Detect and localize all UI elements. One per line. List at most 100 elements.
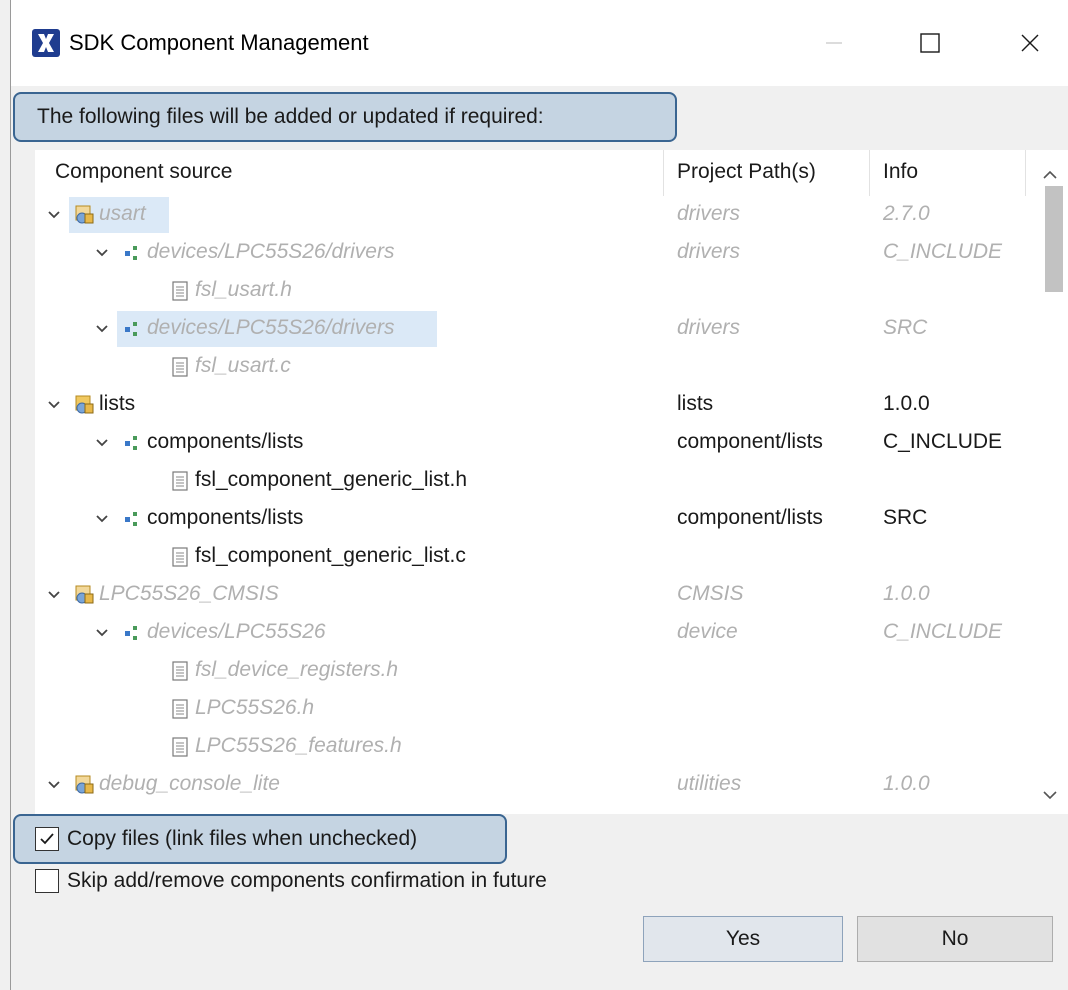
- tree-row[interactable]: devices/LPC55S26/drivers drivers C_INCLUDE: [35, 234, 1025, 272]
- file-icon: [172, 699, 188, 719]
- maximize-icon: [920, 33, 940, 53]
- row-source-name: fsl_usart.c: [195, 354, 291, 377]
- row-project-path: component/lists: [677, 506, 823, 529]
- chevron-down-icon: [1043, 791, 1057, 800]
- row-project-path: drivers: [677, 316, 741, 339]
- component-package-icon: [75, 395, 94, 414]
- file-icon: [172, 661, 188, 681]
- chevron-down-icon[interactable]: [93, 244, 111, 262]
- tree-row[interactable]: LPC55S26_CMSIS CMSIS 1.0.0: [35, 576, 1025, 614]
- row-info: 2.7.0: [883, 202, 930, 225]
- scroll-down-button[interactable]: [1031, 778, 1068, 812]
- tree-row[interactable]: components/lists component/lists C_INCLUDE: [35, 424, 1025, 462]
- vertical-scrollbar[interactable]: [1031, 150, 1068, 814]
- copy-files-checkbox[interactable]: [35, 827, 59, 851]
- column-divider[interactable]: [1025, 150, 1026, 196]
- chevron-down-icon[interactable]: [45, 206, 63, 224]
- tree-row[interactable]: devices/LPC55S26/drivers drivers SRC: [35, 310, 1025, 348]
- row-project-path: device: [677, 620, 738, 643]
- chevron-down-icon[interactable]: [45, 776, 63, 794]
- row-source-name: fsl_device_registers.h: [195, 658, 399, 681]
- tree-row[interactable]: usart drivers 2.7.0: [35, 196, 1025, 234]
- component-package-icon: [75, 585, 94, 604]
- tree-row[interactable]: fsl_usart.h: [35, 272, 1025, 310]
- xilinx-x-icon: [32, 29, 60, 57]
- close-icon: [1021, 34, 1039, 52]
- row-info: 1.0.0: [883, 772, 930, 795]
- chevron-down-icon[interactable]: [93, 510, 111, 528]
- component-package-icon: [75, 775, 94, 794]
- component-package-icon: [75, 205, 94, 224]
- tree-row[interactable]: devices/LPC55S26 device C_INCLUDE: [35, 614, 1025, 652]
- row-project-path: lists: [677, 392, 714, 415]
- tree-row[interactable]: debug_console_lite utilities 1.0.0: [35, 766, 1025, 804]
- source-folder-icon: [125, 246, 137, 260]
- row-project-path: drivers: [677, 202, 741, 225]
- tree-row[interactable]: LPC55S26.h: [35, 690, 1025, 728]
- close-button[interactable]: [1007, 24, 1053, 62]
- no-button[interactable]: No: [857, 916, 1053, 962]
- row-info: SRC: [883, 506, 928, 529]
- chevron-down-icon[interactable]: [93, 624, 111, 642]
- title-bar[interactable]: SDK Component Management: [11, 0, 1068, 86]
- source-folder-icon: [125, 322, 137, 336]
- file-icon: [172, 737, 188, 757]
- files-message-label: The following files will be added or upd…: [13, 92, 677, 142]
- row-source-name: LPC55S26_CMSIS: [99, 582, 279, 605]
- column-header-project-paths[interactable]: Project Path(s): [677, 160, 816, 184]
- row-source-name: components/lists: [147, 506, 304, 529]
- row-source-name: fsl_usart.h: [195, 278, 292, 301]
- tree-row[interactable]: fsl_component_generic_list.c: [35, 538, 1025, 576]
- file-icon: [172, 357, 188, 377]
- row-project-path: component/lists: [677, 430, 823, 453]
- source-folder-icon: [125, 626, 137, 640]
- row-info: SRC: [883, 316, 928, 339]
- row-project-path: drivers: [677, 240, 741, 263]
- component-tree[interactable]: Component source Project Path(s) Info us…: [35, 150, 1068, 814]
- row-source-name: lists: [99, 392, 136, 415]
- row-source-name: debug_console_lite: [99, 772, 280, 795]
- chevron-down-icon[interactable]: [93, 434, 111, 452]
- maximize-button[interactable]: [907, 24, 953, 62]
- chevron-down-icon[interactable]: [45, 396, 63, 414]
- copy-files-option[interactable]: Copy files (link files when unchecked): [35, 822, 417, 856]
- chevron-down-icon[interactable]: [93, 320, 111, 338]
- chevron-down-icon[interactable]: [45, 586, 63, 604]
- skip-confirmation-checkbox[interactable]: [35, 869, 59, 893]
- tree-row[interactable]: fsl_component_generic_list.h: [35, 462, 1025, 500]
- skip-confirmation-option[interactable]: Skip add/remove components confirmation …: [35, 864, 547, 898]
- tree-row[interactable]: components/lists component/lists SRC: [35, 500, 1025, 538]
- row-source-name: fsl_component_generic_list.c: [195, 544, 466, 567]
- row-info: C_INCLUDE: [883, 240, 1003, 263]
- row-source-name: devices/LPC55S26/drivers: [147, 240, 395, 263]
- file-icon: [172, 471, 188, 491]
- copy-files-label[interactable]: Copy files (link files when unchecked): [67, 827, 417, 851]
- row-info: 1.0.0: [883, 392, 930, 415]
- tree-row[interactable]: LPC55S26_features.h: [35, 728, 1025, 766]
- column-header-component-source[interactable]: Component source: [55, 160, 232, 184]
- row-source-name: LPC55S26.h: [195, 696, 315, 719]
- column-header-info[interactable]: Info: [883, 160, 918, 184]
- skip-confirmation-label[interactable]: Skip add/remove components confirmation …: [67, 869, 547, 893]
- source-folder-icon: [125, 512, 137, 526]
- row-project-path: CMSIS: [677, 582, 744, 605]
- row-source-name: fsl_component_generic_list.h: [195, 468, 467, 491]
- minimize-icon: [826, 42, 842, 44]
- source-folder-icon: [125, 436, 137, 450]
- tree-row[interactable]: lists lists 1.0.0: [35, 386, 1025, 424]
- row-info: C_INCLUDE: [883, 620, 1003, 643]
- column-divider[interactable]: [869, 150, 870, 196]
- chevron-up-icon: [1043, 170, 1057, 179]
- minimize-button[interactable]: [811, 24, 857, 62]
- yes-button[interactable]: Yes: [643, 916, 843, 962]
- tree-row[interactable]: fsl_device_registers.h: [35, 652, 1025, 690]
- checkmark-icon: [40, 833, 54, 845]
- scroll-thumb[interactable]: [1045, 186, 1063, 292]
- window-title: SDK Component Management: [69, 30, 369, 55]
- tree-row[interactable]: fsl_usart.c: [35, 348, 1025, 386]
- row-info: 1.0.0: [883, 582, 930, 605]
- row-source-name: devices/LPC55S26/drivers: [147, 316, 395, 339]
- column-divider[interactable]: [663, 150, 664, 196]
- sdk-component-management-dialog: SDK Component Management The following f…: [10, 0, 1068, 990]
- row-source-name: usart: [99, 202, 146, 225]
